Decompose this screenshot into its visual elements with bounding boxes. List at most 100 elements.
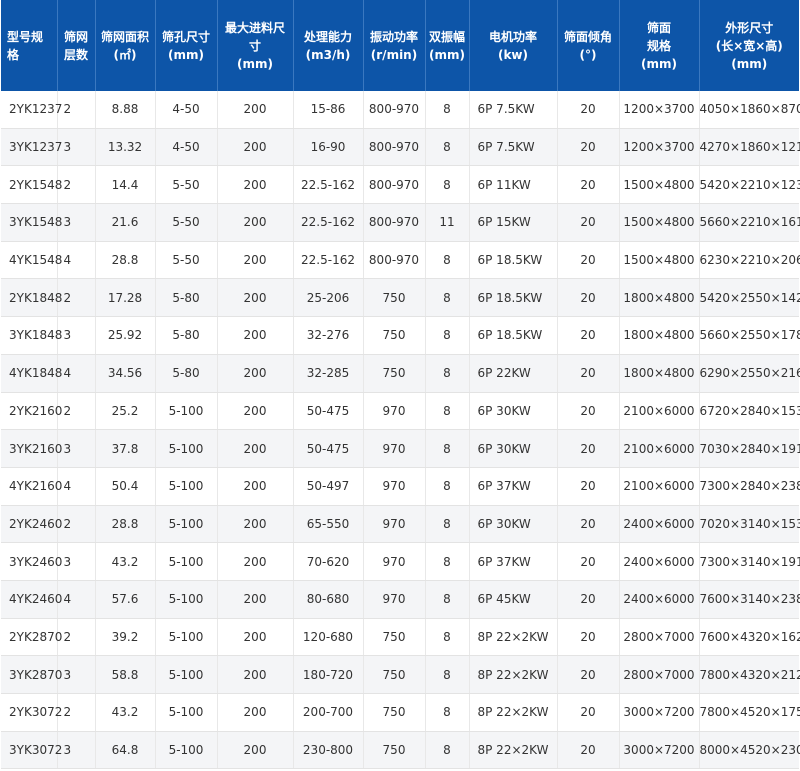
column-header-line: (长×宽×高)(mm) [715,38,783,71]
table-cell: 20 [557,316,620,355]
table-cell: 3YK1548 [1,203,62,242]
column-header-4: 最大进料尺寸 (mm) [217,0,294,91]
table-cell: 5420×2210×1230 [699,165,800,205]
table-cell: 1800×4800 [619,278,700,318]
table-cell: 2100×6000 [619,467,700,506]
table-cell: 6P 30KW [469,429,558,468]
table-cell: 20 [557,618,620,657]
table-cell: 2100×6000 [619,392,700,431]
table-cell: 3YK1848 [1,316,62,355]
table-cell: 2800×7000 [619,655,700,694]
table-cell: 6P 15KW [469,203,558,242]
column-header-6: 振动功率 (r/min) [363,0,426,91]
table-cell: 37.8 [95,429,156,468]
table-cell: 22.5-162 [293,165,364,205]
column-header-line: (mm) [168,47,204,62]
table-cell: 800-970 [363,241,426,280]
table-cell: 5-50 [155,203,218,242]
table-cell: 21.6 [95,203,156,242]
table-cell: 7300×2840×2380 [699,467,800,506]
table-cell: 50.4 [95,467,156,506]
table-cell: 3000×7200 [619,731,700,770]
table-row: 4YK1548 4 28.8 5-50 200 22.5-162 800-970 8 6P 18… [1,241,800,280]
table-cell: 6P 37KW [469,542,558,581]
column-header-line: 层数 [63,47,88,62]
table-cell: 2400×6000 [619,542,700,581]
table-cell: 8 [425,316,470,355]
table-cell: 200 [217,731,294,770]
table-cell: 7300×3140×1910 [699,542,800,581]
column-header-7: 双振幅 (mm) [425,0,470,91]
table-cell: 28.8 [95,505,156,544]
table-cell: 8 [425,618,470,657]
table-cell: 2YK1548 [1,165,62,205]
table-cell: 200 [217,429,294,468]
table-cell: 970 [363,542,426,581]
table-cell: 20 [557,731,620,770]
table-cell: 28.8 [95,241,156,280]
table-cell: 50-475 [293,429,364,468]
table-cell: 50-475 [293,392,364,431]
table-cell: 8 [425,693,470,732]
table-cell: 70-620 [293,542,364,581]
table-cell: 180-720 [293,655,364,694]
table-cell: 32-285 [293,354,364,393]
table-cell: 20 [557,429,620,468]
table-cell: 2400×6000 [619,505,700,544]
table-cell: 7030×2840×1910 [699,429,800,468]
table-cell: 3 [57,429,96,468]
column-header-line: 筛面 [646,20,671,35]
spec-table: 型号规格 筛网 层数 筛网面积 (㎡) 筛孔尺寸 (mm) 最大进料尺寸 (mm) 处理能力 (m3… [1,0,800,770]
table-cell: 4YK1548 [1,241,62,280]
table-cell: 230-800 [293,731,364,770]
table-cell: 16-90 [293,128,364,167]
table-row: 2YK2460 2 28.8 5-100 200 65-550 970 8 6P 30KW 20 2… [1,505,800,544]
table-cell: 20 [557,392,620,431]
table-cell: 750 [363,618,426,657]
table-cell: 4 [57,241,96,280]
table-cell: 800-970 [363,203,426,242]
table-cell: 800-970 [363,165,426,205]
table-cell: 25.92 [95,316,156,355]
table-cell: 4YK1848 [1,354,62,393]
table-cell: 5-50 [155,165,218,205]
table-row: 2YK1848 2 17.28 5-80 200 25-206 750 8 6P 18.5KW 2… [1,278,800,318]
table-cell: 750 [363,731,426,770]
table-cell: 2 [57,618,96,657]
column-header-2: 筛网面积 (㎡) [95,0,156,91]
column-header-line: 筛孔尺寸 [161,29,210,44]
table-cell: 970 [363,467,426,506]
table-cell: 4YK2160 [1,467,62,506]
table-cell: 5-100 [155,693,218,732]
table-cell: 200 [217,203,294,242]
table-cell: 2YK3072 [1,693,62,732]
table-cell: 200 [217,467,294,506]
spec-table-container: 型号规格 筛网 层数 筛网面积 (㎡) 筛孔尺寸 (mm) 最大进料尺寸 (mm) 处理能力 (m3… [1,0,800,770]
table-cell: 3 [57,203,96,242]
column-header-line: (mm) [429,47,465,62]
table-cell: 8P 22×2KW [469,731,558,770]
table-cell: 17.28 [95,278,156,318]
table-cell: 8P 22×2KW [469,693,558,732]
table-cell: 200 [217,354,294,393]
table-cell: 970 [363,505,426,544]
table-row: 4YK2160 4 50.4 5-100 200 50-497 970 8 6P 37KW 20 2… [1,467,800,506]
table-cell: 25-206 [293,278,364,318]
table-cell: 8P 22×2KW [469,618,558,657]
column-header-line: 型号规格 [7,29,44,62]
table-cell: 1800×4800 [619,316,700,355]
column-header-line: 外形尺寸 [725,20,774,35]
table-cell: 8 [425,354,470,393]
table-row: 2YK2160 2 25.2 5-100 200 50-475 970 8 6P 30KW 20 2… [1,392,800,431]
table-cell: 4 [57,580,96,619]
table-cell: 3 [57,655,96,694]
table-cell: 20 [557,91,620,129]
table-cell: 970 [363,392,426,431]
table-cell: 750 [363,655,426,694]
table-cell: 7600×3140×2380 [699,580,800,619]
table-cell: 43.2 [95,542,156,581]
table-cell: 200 [217,392,294,431]
table-cell: 8 [425,655,470,694]
column-header-10: 筛面 规格 (mm) [619,0,700,91]
table-cell: 5-100 [155,542,218,581]
